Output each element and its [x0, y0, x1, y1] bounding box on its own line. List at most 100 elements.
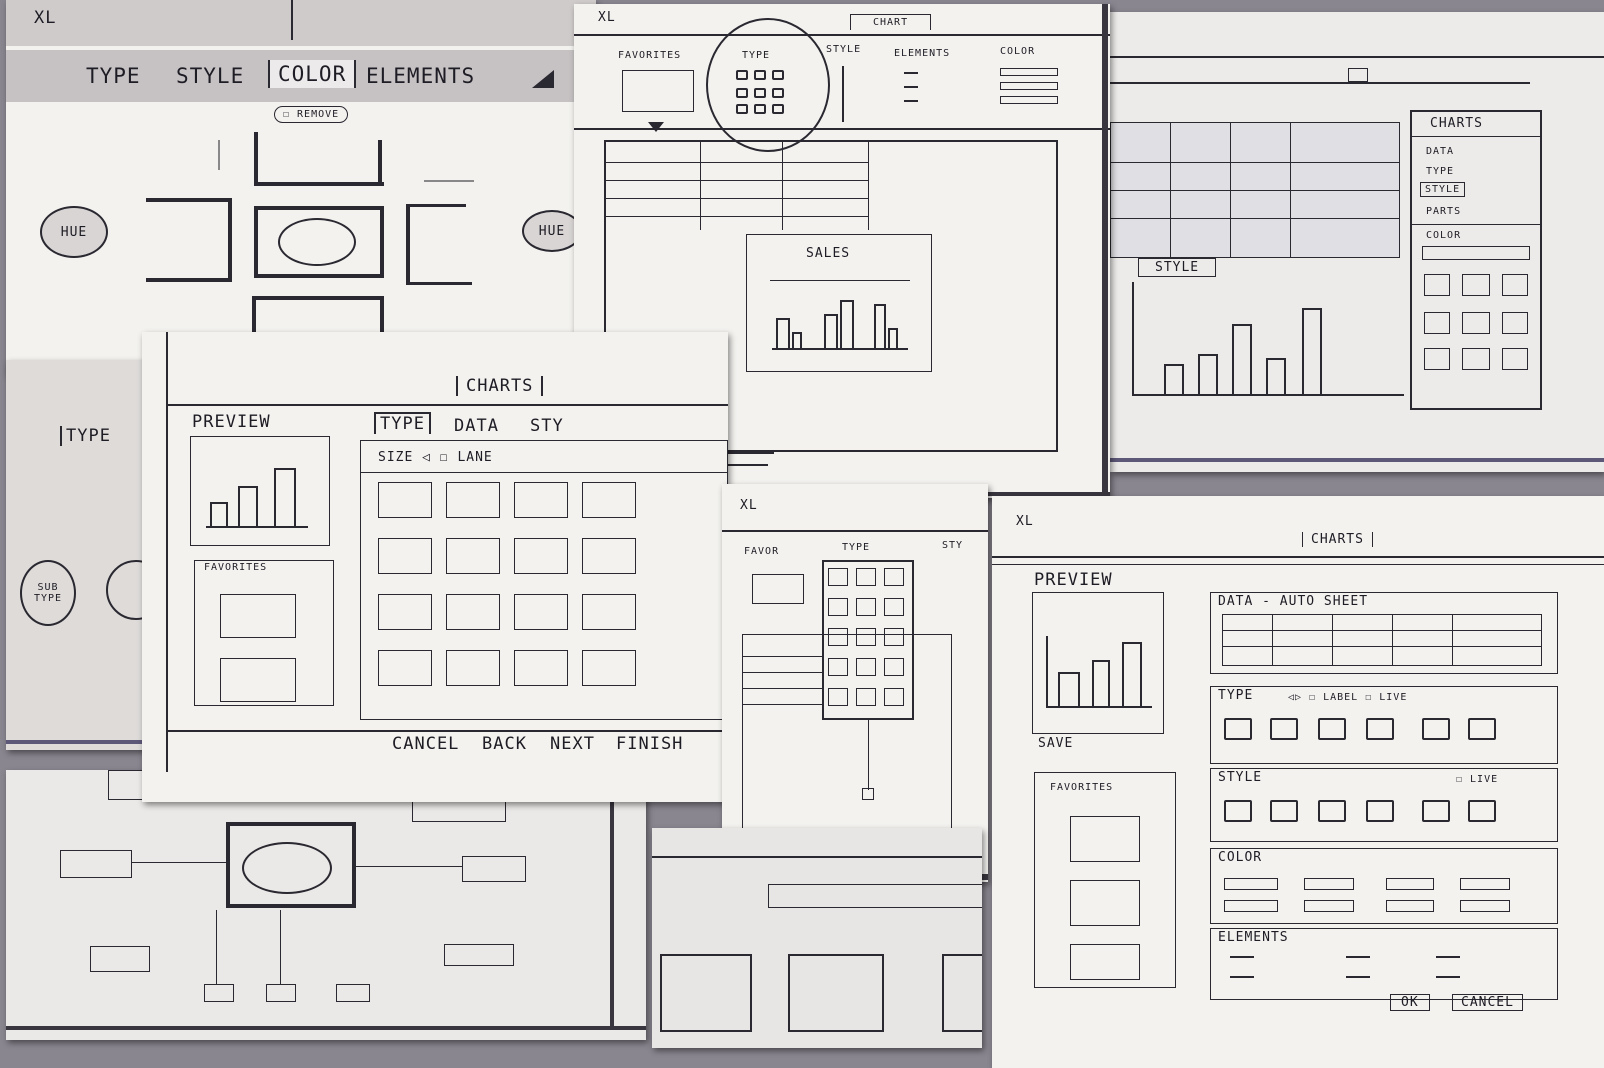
- sketch-sheet-format: XL TYPE STYLE COLOR ELEMENTS ☐ REMOVE HU…: [6, 0, 596, 375]
- app-logo: XL: [34, 8, 57, 28]
- save-button[interactable]: SAVE: [1038, 736, 1073, 751]
- gallery-options: SIZE ◁ ☐ LANE: [378, 450, 493, 465]
- sketch-sheet-chart-wizard: CHARTS PREVIEW FAVORITES TYPE DATA STY S…: [142, 332, 728, 802]
- sub-type-control[interactable]: SUB TYPE: [20, 560, 76, 626]
- sketch-sheet-charts-panel: CHARTS DATA TYPE STYLE PARTS COLOR STYLE: [1110, 12, 1604, 472]
- bar-chart-sketch: [1132, 282, 1404, 396]
- preview-3d-bars: [1046, 636, 1152, 708]
- window-titlebar: [6, 0, 596, 46]
- sketch-sheet-subtype: TYPE SUB TYPE: [6, 360, 156, 750]
- resize-handle[interactable]: [862, 788, 874, 800]
- color-swatch-strip[interactable]: [1422, 246, 1530, 260]
- ribbon-style[interactable]: STYLE: [826, 44, 861, 55]
- charts-tab[interactable]: CHARTS: [1302, 532, 1373, 547]
- finish-button[interactable]: FINISH: [616, 734, 683, 754]
- tab-elements[interactable]: ELEMENTS: [366, 64, 475, 88]
- panel-item-data[interactable]: DATA: [1426, 146, 1454, 157]
- cancel-button[interactable]: CANCEL: [1452, 994, 1523, 1011]
- type-label: TYPE: [1218, 688, 1254, 703]
- chart-context-tab[interactable]: CHART: [850, 14, 932, 30]
- type-options[interactable]: ◁▷ ☐ LABEL ☐ LIVE: [1288, 692, 1407, 703]
- panel-item-parts[interactable]: PARTS: [1426, 206, 1461, 217]
- chart-type-thumbnail[interactable]: [514, 650, 568, 686]
- pie-chart-icon: [278, 218, 356, 266]
- hue-left-control[interactable]: HUE: [40, 206, 108, 258]
- cancel-button[interactable]: CANCEL: [392, 734, 459, 754]
- chart-title: SALES: [806, 246, 851, 261]
- header-type[interactable]: TYPE: [842, 542, 870, 553]
- chart-type-thumbnail[interactable]: [378, 594, 432, 630]
- wizard-tab-data[interactable]: DATA: [454, 416, 499, 436]
- ribbon-favorites[interactable]: FAVORITES: [618, 50, 681, 61]
- chart-type-thumbnail[interactable]: [378, 482, 432, 518]
- ribbon-type[interactable]: TYPE: [742, 50, 770, 61]
- sketch-sheet-connector: [6, 770, 646, 1040]
- color-label: COLOR: [1218, 850, 1263, 865]
- charts-tab[interactable]: CHARTS: [456, 376, 544, 396]
- preview-bars: [206, 462, 308, 528]
- app-logo: XL: [598, 10, 616, 25]
- next-button[interactable]: NEXT: [550, 734, 595, 754]
- chart-type-thumbnail[interactable]: [582, 650, 636, 686]
- chart-type-thumbnail[interactable]: [856, 598, 876, 616]
- ok-button[interactable]: OK: [1390, 994, 1430, 1011]
- chart-type-thumbnail[interactable]: [884, 598, 904, 616]
- color-label: COLOR: [1426, 230, 1462, 241]
- chart-type-thumbnail[interactable]: [514, 538, 568, 574]
- charts-panel-title: CHARTS: [1430, 116, 1483, 131]
- chart-type-thumbnail[interactable]: [514, 482, 568, 518]
- header-style[interactable]: STY: [942, 540, 963, 551]
- partial-type-tab[interactable]: TYPE: [60, 426, 111, 446]
- chart-type-thumbnail[interactable]: [884, 568, 904, 586]
- style-chip[interactable]: STYLE: [1138, 258, 1217, 277]
- tab-color[interactable]: COLOR: [268, 60, 357, 88]
- panel-item-style[interactable]: STYLE: [1420, 182, 1466, 197]
- chart-type-thumbnail[interactable]: [582, 538, 636, 574]
- chart-type-grid: [378, 482, 708, 702]
- elements-label: ELEMENTS: [1218, 930, 1289, 945]
- type-focus-ellipse: [706, 18, 830, 152]
- preview-label: PREVIEW: [1034, 570, 1113, 590]
- chevron-down-icon[interactable]: [648, 122, 664, 132]
- chart-type-thumbnail[interactable]: [446, 538, 500, 574]
- sketch-sheet-bottom-center: [652, 828, 982, 1048]
- app-logo: XL: [1016, 514, 1034, 529]
- chart-type-thumbnail[interactable]: [828, 598, 848, 616]
- favorite-thumb[interactable]: [752, 574, 804, 604]
- chart-type-thumbnail[interactable]: [582, 594, 636, 630]
- chart-type-thumbnail[interactable]: [378, 538, 432, 574]
- wizard-tab-style[interactable]: STY: [530, 416, 564, 436]
- pie-chart-icon: [242, 842, 332, 894]
- data-label: DATA - AUTO SHEET: [1218, 594, 1369, 609]
- chart-type-thumbnail[interactable]: [514, 594, 568, 630]
- ribbon-color[interactable]: COLOR: [1000, 46, 1035, 57]
- zoom-icon[interactable]: [1348, 68, 1368, 82]
- spreadsheet-region: [742, 634, 952, 844]
- preview-label: PREVIEW: [192, 412, 271, 432]
- wizard-tab-type[interactable]: TYPE: [374, 412, 431, 434]
- chart-type-thumbnail[interactable]: [856, 568, 876, 586]
- chart-type-thumbnail[interactable]: [446, 594, 500, 630]
- chart-type-thumbnail[interactable]: [446, 482, 500, 518]
- data-grid[interactable]: [1222, 614, 1542, 666]
- chart-type-thumbnail[interactable]: [446, 650, 500, 686]
- chart-type-thumbnail[interactable]: [828, 568, 848, 586]
- chart-type-thumbnail[interactable]: [378, 650, 432, 686]
- style-live-checkbox[interactable]: ☐ LIVE: [1456, 774, 1498, 785]
- favorites-thumbnail[interactable]: [622, 70, 694, 112]
- back-button[interactable]: BACK: [482, 734, 527, 754]
- hue-right-control[interactable]: HUE: [522, 210, 582, 252]
- header-favorites[interactable]: FAVOR: [744, 546, 779, 557]
- tab-style[interactable]: STYLE: [176, 64, 244, 88]
- panel-item-type[interactable]: TYPE: [1426, 166, 1454, 177]
- sketch-sheet-type-popup: XL FAVOR TYPE STY: [722, 484, 988, 882]
- style-label: STYLE: [1218, 770, 1263, 785]
- sketch-sheet-charts-dialog: XL CHARTS PREVIEW SAVE FAVORITES DATA - …: [992, 496, 1604, 1068]
- triangle-icon: [532, 70, 554, 88]
- tab-type[interactable]: TYPE: [86, 64, 141, 88]
- app-logo: XL: [740, 498, 758, 513]
- sales-bars: [772, 290, 908, 350]
- chart-type-thumbnail[interactable]: [582, 482, 636, 518]
- ribbon-elements[interactable]: ELEMENTS: [894, 48, 950, 59]
- remove-checkbox[interactable]: ☐ REMOVE: [274, 106, 349, 123]
